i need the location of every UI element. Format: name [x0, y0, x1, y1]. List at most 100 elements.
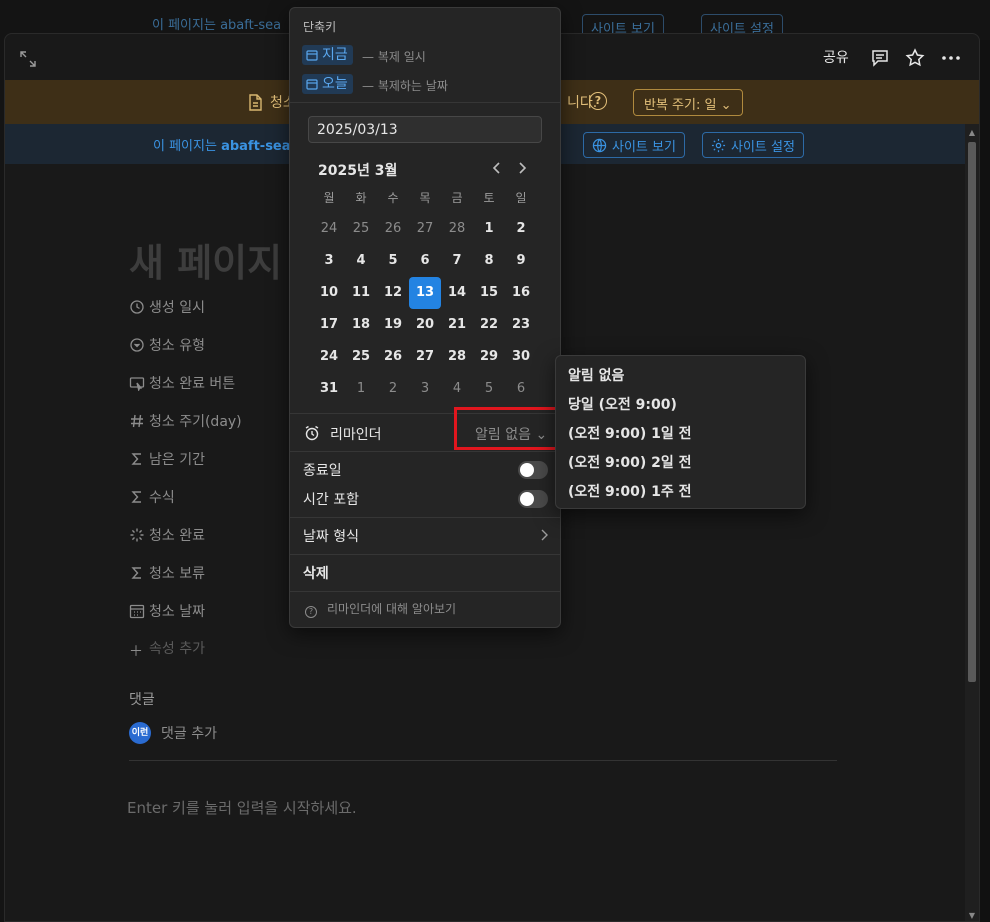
calendar-day[interactable]: 7 — [441, 245, 473, 277]
calendar-day[interactable]: 14 — [441, 277, 473, 309]
calendar-day[interactable]: 21 — [441, 309, 473, 341]
scrollbar-thumb[interactable] — [968, 142, 976, 682]
expand-icon[interactable] — [19, 50, 37, 68]
calendar-day[interactable]: 3 — [313, 245, 345, 277]
reminder-option[interactable]: (오전 9:00) 2일 전 — [568, 452, 692, 472]
calendar-day[interactable]: 25 — [345, 341, 377, 373]
calendar-day[interactable]: 2 — [505, 213, 537, 245]
star-icon[interactable] — [905, 48, 925, 68]
shortcut-now-chip[interactable]: 지금 — [302, 45, 353, 65]
chevron-right-icon[interactable] — [514, 160, 530, 176]
calendar-day[interactable]: 26 — [377, 213, 409, 245]
calendar-day[interactable]: 23 — [505, 309, 537, 341]
calendar-day[interactable]: 17 — [313, 309, 345, 341]
view-site-button[interactable]: 사이트 보기 — [583, 132, 685, 158]
property-row[interactable]: 청소 완료 — [129, 525, 205, 547]
divider — [129, 760, 837, 761]
calendar-day[interactable]: 19 — [377, 309, 409, 341]
calendar-day[interactable]: 1 — [473, 213, 505, 245]
page-title[interactable]: 새 페이지 — [129, 232, 282, 287]
separator — [290, 517, 560, 518]
calendar-day[interactable]: 27 — [409, 213, 441, 245]
calendar-day[interactable]: 28 — [441, 213, 473, 245]
reminder-option[interactable]: 알림 없음 — [568, 365, 624, 385]
property-row[interactable]: 청소 완료 버튼 — [129, 373, 235, 395]
calendar-day[interactable]: 15 — [473, 277, 505, 309]
calendar-day[interactable]: 27 — [409, 341, 441, 373]
number-icon — [129, 413, 145, 429]
calendar-day[interactable]: 24 — [313, 213, 345, 245]
calendar-day[interactable]: 31 — [313, 373, 345, 405]
property-row[interactable]: 청소 주기(day) — [129, 411, 242, 433]
calendar-day[interactable]: 1 — [345, 373, 377, 405]
calendar-day[interactable]: 11 — [345, 277, 377, 309]
date-input[interactable]: 2025/03/13 — [308, 116, 542, 143]
property-row[interactable]: 생성 일시 — [129, 297, 205, 319]
property-label: 청소 날짜 — [149, 604, 205, 620]
delete-item[interactable]: 삭제 — [303, 563, 329, 583]
site-name: abaft-sea — [221, 139, 291, 154]
more-icon[interactable] — [941, 48, 961, 68]
calendar-day[interactable]: 25 — [345, 213, 377, 245]
property-row[interactable]: 청소 날짜 — [129, 601, 205, 623]
calendar-day[interactable]: 5 — [377, 245, 409, 277]
weekday-label: 수 — [387, 191, 399, 205]
shortcut-today-desc: — 복제하는 날짜 — [362, 79, 448, 93]
document-icon — [249, 94, 262, 111]
reminder-option[interactable]: (오전 9:00) 1일 전 — [568, 423, 692, 443]
learn-reminders-link[interactable]: ? 리마인더에 대해 알아보기 — [305, 600, 456, 618]
property-label: 수식 — [149, 490, 175, 506]
scroll-up-icon[interactable]: ▲ — [968, 128, 976, 137]
reminder-option[interactable]: 당일 (오전 9:00) — [568, 394, 677, 414]
calendar-day[interactable]: 12 — [377, 277, 409, 309]
property-row[interactable]: 청소 유형 — [129, 335, 205, 357]
calendar-day[interactable]: 9 — [505, 245, 537, 277]
calendar-day[interactable]: 3 — [409, 373, 441, 405]
editor-placeholder[interactable]: Enter 키를 눌러 입력을 시작하세요. — [127, 797, 357, 818]
sigma-icon — [129, 565, 145, 581]
calendar-day[interactable]: 4 — [345, 245, 377, 277]
help-icon[interactable]: ? — [589, 92, 607, 110]
date-format-item[interactable]: 날짜 형식 — [303, 526, 359, 546]
calendar-day[interactable]: 22 — [473, 309, 505, 341]
calendar-day[interactable]: 6 — [505, 373, 537, 405]
chevron-left-icon[interactable] — [489, 160, 505, 176]
calendar-day[interactable]: 10 — [313, 277, 345, 309]
calendar-day[interactable]: 5 — [473, 373, 505, 405]
property-row[interactable]: 수식 — [129, 487, 175, 509]
reminder-option[interactable]: (오전 9:00) 1주 전 — [568, 481, 692, 501]
reminder-label: 리마인더 — [330, 427, 382, 443]
property-row[interactable]: 청소 보류 — [129, 563, 205, 585]
calendar-day[interactable]: 24 — [313, 341, 345, 373]
learn-label: 리마인더에 대해 알아보기 — [327, 602, 457, 616]
site-settings-label: 사이트 설정 — [731, 140, 795, 155]
calendar-day[interactable]: 4 — [441, 373, 473, 405]
property-row[interactable]: 남은 기간 — [129, 449, 205, 471]
weekday-label: 금 — [451, 191, 463, 205]
calendar-day[interactable]: 6 — [409, 245, 441, 277]
calendar-day[interactable]: 28 — [441, 341, 473, 373]
calendar-day[interactable]: 16 — [505, 277, 537, 309]
calendar-day[interactable]: 20 — [409, 309, 441, 341]
weekday-label: 일 — [515, 191, 527, 205]
calendar-day[interactable]: 2 — [377, 373, 409, 405]
share-button[interactable]: 공유 — [823, 47, 849, 67]
calendar-day[interactable]: 26 — [377, 341, 409, 373]
comment-icon[interactable] — [870, 48, 890, 68]
shortcut-today-chip[interactable]: 오늘 — [302, 74, 353, 94]
calendar-day-selected[interactable]: 13 — [409, 277, 441, 309]
calendar-day[interactable]: 29 — [473, 341, 505, 373]
scroll-down-icon[interactable]: ▼ — [968, 911, 976, 920]
end-date-toggle[interactable] — [518, 461, 548, 479]
calendar-day[interactable]: 30 — [505, 341, 537, 373]
loading-icon — [129, 527, 145, 543]
chevron-right-icon[interactable] — [538, 528, 550, 542]
add-property-button[interactable]: ＋ 속성 추가 — [129, 638, 205, 660]
calendar-day[interactable]: 18 — [345, 309, 377, 341]
site-settings-button[interactable]: 사이트 설정 — [702, 132, 804, 158]
include-time-toggle[interactable] — [518, 490, 548, 508]
calendar-day[interactable]: 8 — [473, 245, 505, 277]
add-comment-input[interactable]: 댓글 추가 — [161, 723, 217, 743]
repeat-button[interactable]: 반복 주기: 일 ⌄ — [633, 89, 743, 116]
separator — [290, 102, 560, 103]
